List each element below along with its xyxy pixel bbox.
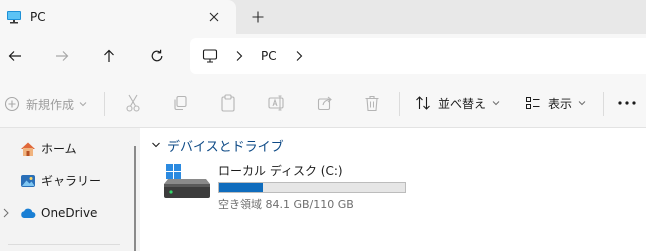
drive-name: ローカル ディスク (C:) <box>218 164 343 178</box>
tab-strip: PC <box>0 0 646 34</box>
chevron-down-icon <box>578 101 586 106</box>
monitor-icon <box>202 49 218 63</box>
view-button-label: 表示 <box>548 96 573 111</box>
drive-item-c[interactable]: ローカル ディスク (C:) 空き領域 84.1 GB/110 GB <box>162 158 412 214</box>
clipboard-icon <box>221 94 235 112</box>
tab-title: PC <box>30 10 46 24</box>
drive-usage-fill <box>219 183 263 192</box>
up-button[interactable] <box>98 45 120 67</box>
more-icon <box>618 101 636 105</box>
more-options-button[interactable] <box>618 94 636 112</box>
chevron-down-icon <box>152 142 160 148</box>
delete-button[interactable] <box>363 94 381 112</box>
sort-button[interactable]: 並べ替え <box>415 93 500 113</box>
arrow-up-icon <box>104 49 114 62</box>
forward-button[interactable] <box>51 45 73 67</box>
divider <box>399 92 400 116</box>
trash-icon <box>365 95 379 111</box>
command-bar: 新規作成 並べ替え 表示 <box>0 78 646 128</box>
new-tab-button[interactable] <box>248 7 268 27</box>
sidebar-item-onedrive[interactable]: OneDrive <box>0 199 126 227</box>
scissors-icon <box>126 94 140 112</box>
back-button[interactable] <box>4 45 26 67</box>
divider <box>104 92 105 116</box>
chevron-right-icon <box>236 51 243 61</box>
cloud-icon <box>21 208 36 218</box>
chevron-right-icon[interactable] <box>2 207 10 219</box>
sort-button-label: 並べ替え <box>438 96 487 111</box>
new-button[interactable]: 新規作成 <box>4 94 87 114</box>
rename-button[interactable] <box>268 94 286 112</box>
hard-drive-icon <box>164 164 210 198</box>
group-header-devices[interactable]: デバイスとドライブ <box>151 137 284 155</box>
add-circle-icon <box>4 96 20 112</box>
list-view-icon <box>526 97 540 109</box>
sidebar-scrollbar[interactable] <box>134 146 136 251</box>
arrow-right-icon <box>56 51 69 61</box>
new-button-label: 新規作成 <box>26 97 75 112</box>
gallery-icon <box>21 175 35 187</box>
rename-icon <box>268 95 284 111</box>
paste-button[interactable] <box>219 94 237 112</box>
refresh-button[interactable] <box>146 45 168 67</box>
refresh-icon <box>151 49 163 62</box>
chevron-right-icon[interactable] <box>294 50 304 62</box>
sidebar-item-label: ホーム <box>41 142 77 156</box>
navigation-pane: ホーム ギャラリー OneDrive <box>0 128 140 251</box>
arrow-left-icon <box>8 51 21 61</box>
drive-free-space: 空き領域 84.1 GB/110 GB <box>218 198 354 211</box>
chevron-down-icon <box>79 102 87 107</box>
close-tab-button[interactable] <box>205 8 223 26</box>
group-header-label: デバイスとドライブ <box>167 139 284 155</box>
plus-icon <box>252 11 264 23</box>
cut-button[interactable] <box>124 94 142 112</box>
share-button[interactable] <box>316 94 334 112</box>
sort-icon <box>416 96 430 110</box>
chevron-down-icon <box>492 101 500 106</box>
sidebar-item-label: ギャラリー <box>41 174 102 188</box>
breadcrumb-pc[interactable]: PC <box>261 49 277 63</box>
copy-icon <box>174 95 187 111</box>
content-pane: デバイスとドライブ ローカル ディスク (C:) 空き領域 84.1 GB/11… <box>140 128 646 251</box>
copy-button[interactable] <box>171 94 189 112</box>
tab-pc[interactable]: PC <box>0 0 236 34</box>
home-icon <box>21 142 35 156</box>
drive-usage-bar <box>218 182 406 193</box>
view-button[interactable]: 表示 <box>525 93 586 113</box>
monitor-icon <box>7 11 21 24</box>
divider <box>8 244 120 245</box>
close-icon <box>209 12 219 22</box>
divider <box>603 92 604 116</box>
sidebar-item-home[interactable]: ホーム <box>0 135 126 163</box>
sidebar-item-gallery[interactable]: ギャラリー <box>0 167 126 195</box>
address-bar[interactable]: PC <box>190 38 646 74</box>
share-icon <box>317 96 332 111</box>
sidebar-item-label: OneDrive <box>41 206 98 220</box>
navigation-bar: PC <box>0 34 646 78</box>
